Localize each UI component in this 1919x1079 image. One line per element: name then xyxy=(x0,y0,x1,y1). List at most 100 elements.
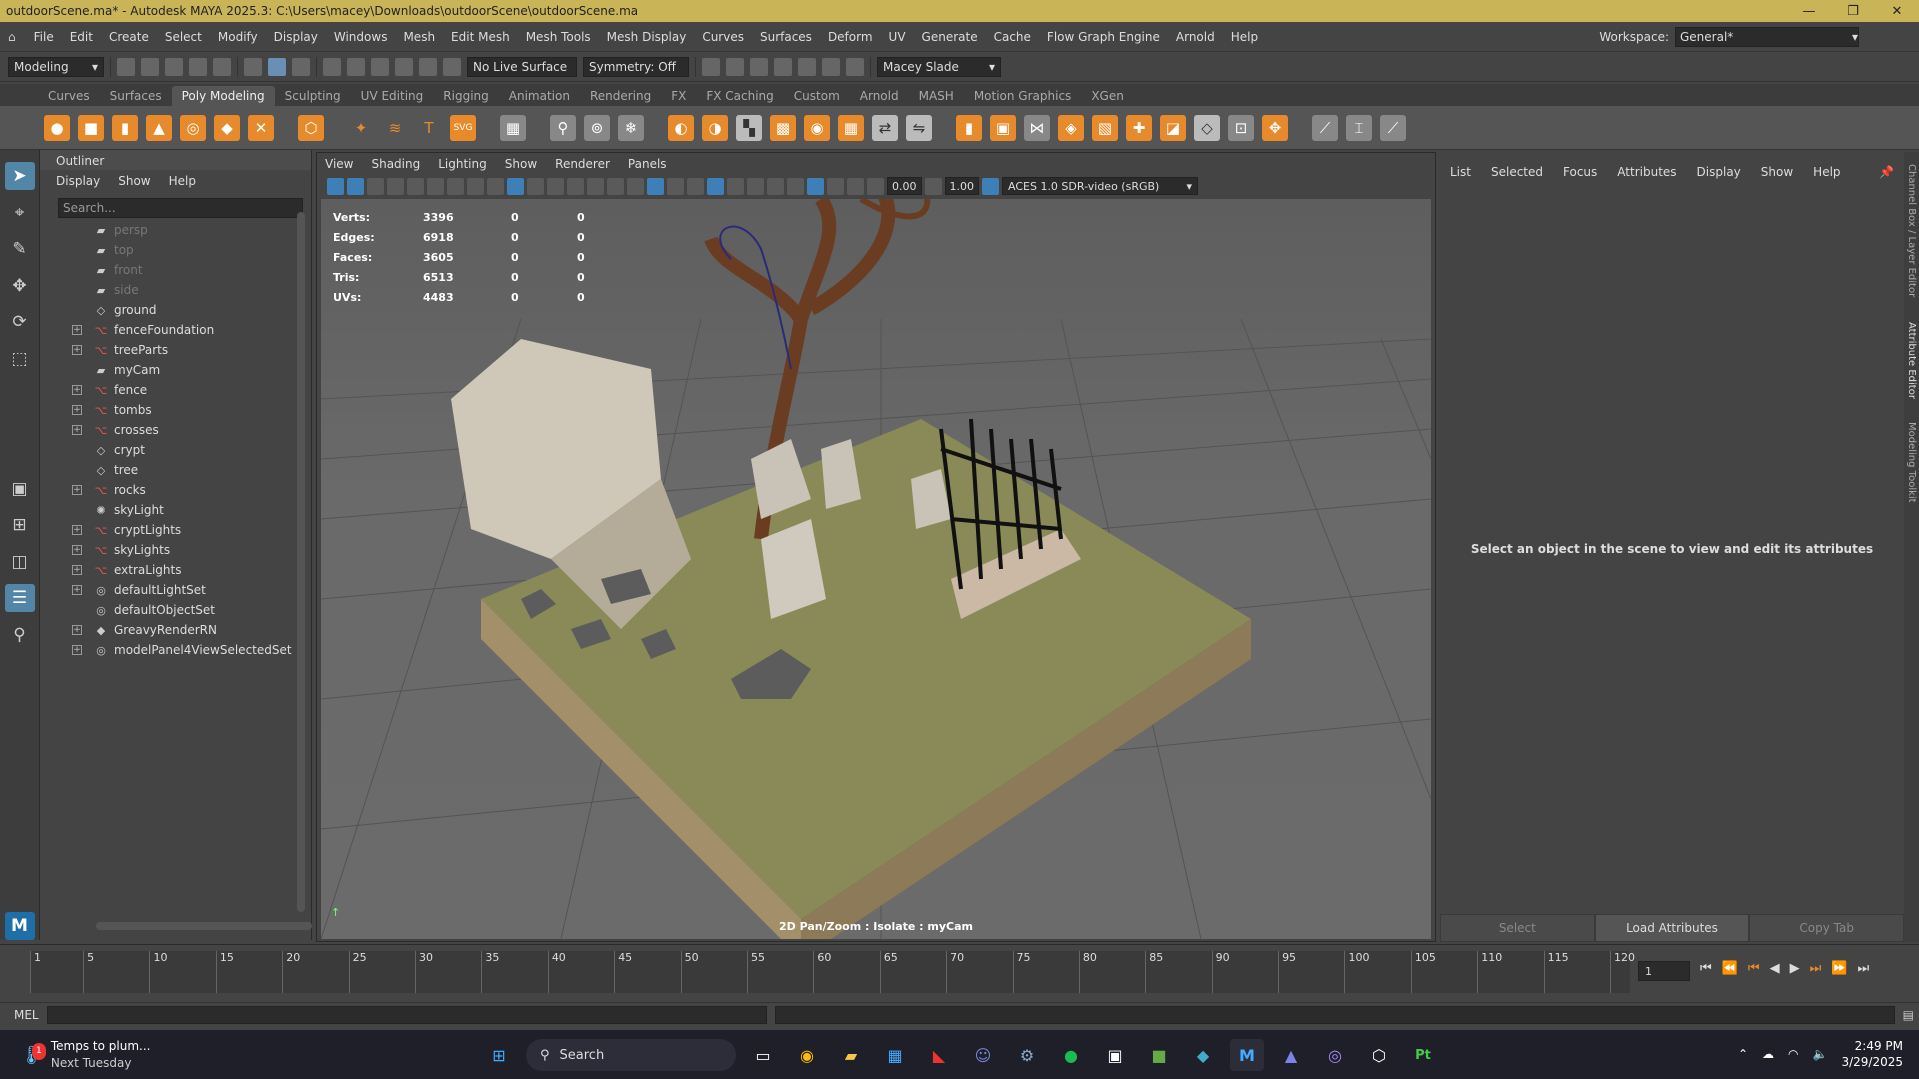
menu-deform[interactable]: Deform xyxy=(820,30,881,44)
snap-view-icon[interactable] xyxy=(395,57,413,76)
paint-select-icon[interactable]: ✎ xyxy=(5,235,35,263)
chrome-icon[interactable]: ◉ xyxy=(790,1039,824,1071)
type-icon[interactable]: ▦ xyxy=(500,114,526,141)
expand-icon[interactable]: + xyxy=(72,585,82,595)
select-tool-icon[interactable]: ➤ xyxy=(4,162,35,191)
tab-motion-graphics[interactable]: Motion Graphics xyxy=(964,86,1082,106)
outliner-item[interactable]: + ⌥ cryptLights xyxy=(40,520,294,540)
tab-mash[interactable]: MASH xyxy=(909,86,964,106)
viewport-menu-lighting[interactable]: Lighting xyxy=(438,157,487,171)
task-view-icon[interactable]: ▭ xyxy=(746,1039,780,1071)
file-explorer-icon[interactable]: ▰ xyxy=(834,1039,868,1071)
symmetry-select[interactable]: Symmetry: Off xyxy=(583,56,689,77)
mirror-geo-icon[interactable]: ⇄ xyxy=(872,114,898,141)
expand-icon[interactable]: + xyxy=(72,485,82,495)
rotate-tool-icon[interactable]: ⟳ xyxy=(5,308,35,336)
select-by-hierarchy-icon[interactable] xyxy=(244,57,262,76)
outliner-search-input[interactable]: Search... xyxy=(63,201,116,215)
menu-windows[interactable]: Windows xyxy=(326,30,396,44)
outliner-vertical-scrollbar[interactable] xyxy=(297,212,305,912)
move-tool-icon[interactable]: ✥ xyxy=(5,271,35,299)
reduce-icon[interactable]: ▦ xyxy=(838,114,864,141)
select-by-component-icon[interactable] xyxy=(292,57,310,76)
ae-menu-focus[interactable]: Focus xyxy=(1563,165,1597,179)
restore-icon[interactable]: ❐ xyxy=(1831,4,1875,19)
wifi-icon[interactable]: ◠ xyxy=(1788,1047,1798,1061)
append-icon[interactable]: ◈ xyxy=(1058,114,1084,141)
tab-surfaces[interactable]: Surfaces xyxy=(100,86,172,106)
chevron-up-icon[interactable]: ⌃ xyxy=(1738,1047,1748,1061)
adobe-app-icon[interactable]: ◣ xyxy=(922,1039,956,1071)
grease-pencil-icon[interactable] xyxy=(847,177,864,195)
light-editor-icon[interactable] xyxy=(822,57,840,76)
menu-cache[interactable]: Cache xyxy=(986,30,1039,44)
tab-channel-box[interactable]: Channel Box / Layer Editor xyxy=(1906,164,1917,297)
tab-modeling-toolkit[interactable]: Modeling Toolkit xyxy=(1906,422,1917,503)
mel-input[interactable] xyxy=(46,1005,767,1024)
menu-create[interactable]: Create xyxy=(101,30,157,44)
poke-icon[interactable]: ◪ xyxy=(1160,114,1186,141)
outliner-item[interactable]: + ⌥ fence xyxy=(40,380,294,400)
app-icon[interactable]: ◆ xyxy=(1186,1039,1220,1071)
open-scene-icon[interactable] xyxy=(141,57,159,76)
unity-icon[interactable]: ⬡ xyxy=(1362,1039,1396,1071)
gate-mask-icon[interactable] xyxy=(467,177,484,195)
undo-icon[interactable] xyxy=(189,57,207,76)
exposure-field[interactable]: 0.00 xyxy=(887,177,922,195)
spotify-icon[interactable]: ● xyxy=(1054,1039,1088,1071)
poly-cylinder-icon[interactable]: ▮ xyxy=(112,114,138,141)
menu-flow-graph-engine[interactable]: Flow Graph Engine xyxy=(1039,30,1168,44)
single-view-icon[interactable]: ▣ xyxy=(5,474,35,502)
substance-painter-icon[interactable]: Pt xyxy=(1406,1039,1440,1071)
outliner-item[interactable]: + ⌥ extraLights xyxy=(40,560,294,580)
outliner-item[interactable]: ▰ top xyxy=(40,240,294,260)
multi-cut-icon[interactable]: ⟋ xyxy=(1312,114,1338,141)
expand-icon[interactable]: + xyxy=(72,625,82,635)
extract-icon[interactable]: ▚ xyxy=(736,114,762,141)
expand-icon[interactable]: + xyxy=(72,385,82,395)
mirror-icon[interactable]: ⚲ xyxy=(550,114,576,141)
menu-mesh-tools[interactable]: Mesh Tools xyxy=(518,30,599,44)
outliner-item[interactable]: + ⌥ fenceFoundation xyxy=(40,320,294,340)
exposure-icon[interactable] xyxy=(867,177,884,195)
home-icon[interactable]: ⌂ xyxy=(8,30,16,44)
volume-icon[interactable]: 🔈 xyxy=(1813,1047,1828,1061)
expand-icon[interactable]: + xyxy=(72,645,82,655)
current-frame-field[interactable]: 1 xyxy=(1638,961,1690,981)
teams-icon[interactable]: ▲ xyxy=(1274,1039,1308,1071)
expand-icon[interactable]: + xyxy=(72,405,82,415)
outliner-item[interactable]: + ◎ modelPanel4ViewSelectedSet xyxy=(40,640,294,660)
outliner-item[interactable]: + ◎ defaultLightSet xyxy=(40,580,294,600)
outliner-horizontal-scrollbar[interactable] xyxy=(96,922,312,930)
snap-surface-icon[interactable] xyxy=(419,57,437,76)
tab-animation[interactable]: Animation xyxy=(499,86,580,106)
script-editor-icon[interactable]: ▤ xyxy=(1903,1008,1914,1022)
menu-arnold[interactable]: Arnold xyxy=(1168,30,1223,44)
ae-menu-list[interactable]: List xyxy=(1450,165,1471,179)
poly-torus-icon[interactable]: ◎ xyxy=(180,114,206,141)
tab-attribute-editor[interactable]: Attribute Editor xyxy=(1906,322,1917,399)
save-scene-icon[interactable] xyxy=(165,57,183,76)
menu-mesh[interactable]: Mesh xyxy=(395,30,443,44)
menu-display[interactable]: Display xyxy=(266,30,326,44)
outliner-search-field[interactable]: Search... xyxy=(58,198,303,218)
sweep-mesh-icon[interactable]: ≋ xyxy=(382,114,408,141)
tab-sculpting[interactable]: Sculpting xyxy=(275,86,351,106)
menu-generate[interactable]: Generate xyxy=(914,30,986,44)
outliner-item[interactable]: ▰ front xyxy=(40,260,294,280)
menu-edit-mesh[interactable]: Edit Mesh xyxy=(443,30,518,44)
xray-icon[interactable] xyxy=(687,177,704,195)
pin-icon[interactable]: 📌 xyxy=(1879,165,1894,179)
workspace-select[interactable]: General* ▾ xyxy=(1675,26,1859,47)
play-backward-icon[interactable]: ◀ xyxy=(1770,961,1780,976)
user-account[interactable]: Macey Slade ▾ xyxy=(877,56,1001,77)
hypershade-icon[interactable] xyxy=(774,57,792,76)
discord-icon[interactable]: ☺ xyxy=(966,1039,1000,1071)
tab-arnold[interactable]: Arnold xyxy=(850,86,909,106)
close-icon[interactable]: ✕ xyxy=(1875,4,1919,19)
step-back-key-icon[interactable]: ⏮ xyxy=(1748,961,1760,976)
isolate-select-icon[interactable] xyxy=(807,177,824,195)
redo-icon[interactable] xyxy=(213,57,231,76)
outliner-item[interactable]: + ⌥ crosses xyxy=(40,420,294,440)
particle-icon[interactable]: ❄ xyxy=(618,114,644,141)
